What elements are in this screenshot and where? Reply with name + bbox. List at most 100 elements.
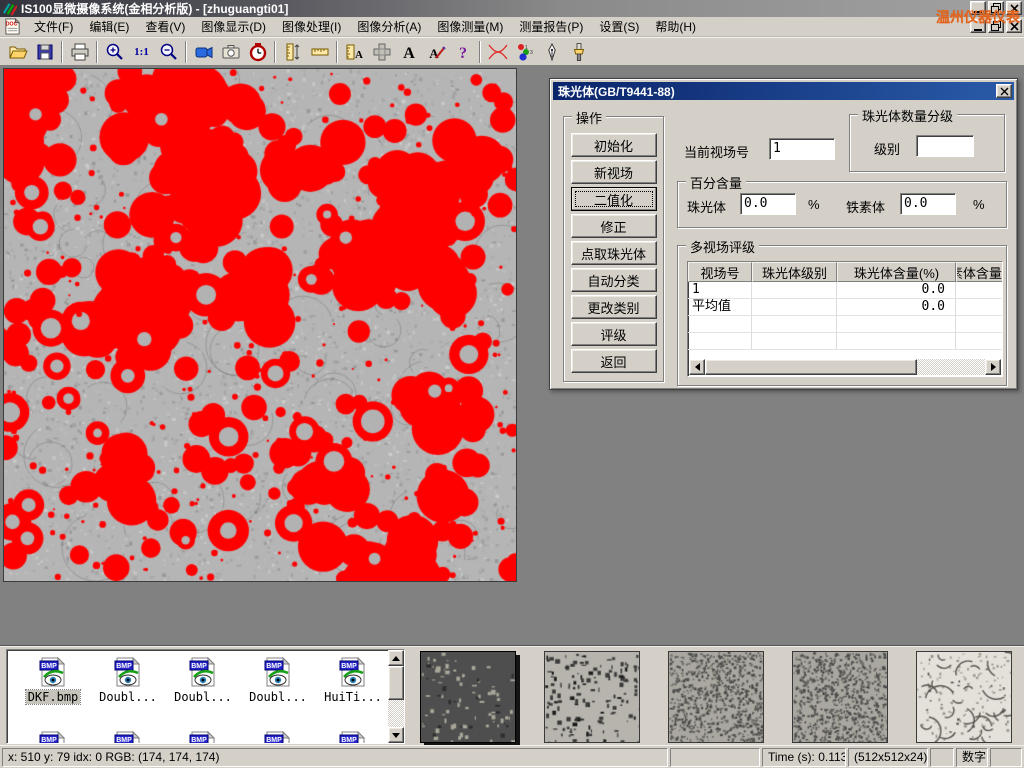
- change-class-button[interactable]: 更改类别: [571, 295, 657, 319]
- grid-tool-button[interactable]: [368, 39, 395, 64]
- menu-item-file[interactable]: 文件(F): [26, 16, 81, 37]
- file-item[interactable]: BMP: [317, 730, 389, 744]
- file-list[interactable]: BMP DKF.bmp BMP Doubl... BMP Doubl... BM…: [6, 649, 405, 744]
- pen-tool-button[interactable]: [538, 39, 565, 64]
- thumbnail-image[interactable]: [668, 651, 764, 743]
- save-button[interactable]: [31, 39, 58, 64]
- file-item[interactable]: BMP: [17, 730, 89, 744]
- menu-item-image-process[interactable]: 图像处理(I): [274, 16, 349, 37]
- file-name[interactable]: Doubl...: [97, 690, 159, 704]
- menu-item-view[interactable]: 查看(V): [137, 16, 193, 37]
- rating-table[interactable]: 视场号 珠光体级别 珠光体含量(%) 铁素体含量(%) 1 0.0 平均值 0.…: [687, 261, 1003, 377]
- open-button[interactable]: [4, 39, 31, 64]
- bmp-file-icon: BMP: [263, 730, 293, 744]
- print-button[interactable]: [66, 39, 93, 64]
- pearlite-value-input[interactable]: 0.0: [740, 193, 796, 215]
- file-list-scrollbar[interactable]: [388, 650, 404, 743]
- ferrite-value-input[interactable]: 0.0: [900, 193, 956, 215]
- menu-item-edit[interactable]: 编辑(E): [81, 16, 137, 37]
- snapshot-button[interactable]: [217, 39, 244, 64]
- thumbnail-image[interactable]: [916, 651, 1012, 743]
- timer-button[interactable]: [244, 39, 271, 64]
- colored-particles-icon: 1 3: [515, 42, 535, 62]
- toolbar-separator: [479, 41, 481, 63]
- zoom-in-button[interactable]: [101, 39, 128, 64]
- svg-text:BMP: BMP: [266, 737, 282, 744]
- text-tool-button[interactable]: A: [395, 39, 422, 64]
- brush-icon: [569, 42, 589, 62]
- menu-item-image-analysis[interactable]: 图像分析(A): [349, 16, 429, 37]
- dialog-close-button[interactable]: [996, 84, 1012, 98]
- text-edit-icon: A: [426, 42, 446, 62]
- correct-button[interactable]: 修正: [571, 214, 657, 238]
- menu-item-report[interactable]: 测量报告(P): [511, 16, 591, 37]
- thumbnail-image[interactable]: [420, 651, 516, 743]
- bmp-file-icon: BMP: [338, 730, 368, 744]
- file-name[interactable]: Doubl...: [172, 690, 234, 704]
- file-item[interactable]: BMP Doubl...: [242, 656, 314, 704]
- brush-tool-button[interactable]: [565, 39, 592, 64]
- file-item[interactable]: BMP Doubl...: [167, 656, 239, 704]
- table-horizontal-scrollbar[interactable]: [689, 359, 1001, 375]
- arrow-right-icon: [991, 363, 996, 371]
- menu-item-settings[interactable]: 设置(S): [591, 16, 647, 37]
- pick-pearlite-button[interactable]: 点取珠光体: [571, 241, 657, 265]
- scroll-down-button[interactable]: [388, 727, 404, 743]
- file-item[interactable]: BMP: [92, 730, 164, 744]
- measure-label-button[interactable]: A: [341, 39, 368, 64]
- zoom-out-button[interactable]: [155, 39, 182, 64]
- file-item[interactable]: BMP DKF.bmp: [17, 656, 89, 704]
- file-item[interactable]: BMP HuiTi...: [317, 656, 389, 704]
- new-field-button[interactable]: 新视场: [571, 160, 657, 184]
- scrollbar-thumb[interactable]: [705, 359, 917, 375]
- auto-classify-button[interactable]: 自动分类: [571, 268, 657, 292]
- file-name[interactable]: DKF.bmp: [26, 690, 81, 704]
- video-capture-button[interactable]: [190, 39, 217, 64]
- thumbnail-image[interactable]: [544, 651, 640, 743]
- current-field-input[interactable]: 1: [769, 138, 835, 160]
- svg-text:A: A: [403, 45, 415, 62]
- file-name[interactable]: HuiTi...: [322, 690, 384, 704]
- file-item[interactable]: BMP: [242, 730, 314, 744]
- table-row[interactable]: [688, 316, 1002, 333]
- scrollbar-thumb[interactable]: [388, 666, 404, 700]
- grade-button[interactable]: 评级: [571, 322, 657, 346]
- scrollbar-track[interactable]: [917, 359, 985, 375]
- menu-item-image-measure[interactable]: 图像测量(M): [429, 16, 511, 37]
- file-name[interactable]: Doubl...: [247, 690, 309, 704]
- particle-label-button[interactable]: 1 3: [511, 39, 538, 64]
- toolbar-separator: [61, 41, 63, 63]
- curve-tool-button[interactable]: [484, 39, 511, 64]
- ruler-button[interactable]: [306, 39, 333, 64]
- actual-size-button[interactable]: 1:1: [128, 39, 155, 64]
- init-button[interactable]: 初始化: [571, 133, 657, 157]
- level-input[interactable]: [916, 135, 974, 157]
- vendor-watermark: 温州仪器仪表: [936, 7, 1020, 27]
- application-window: { "window": { "title": "IS100显微摄像系统(金相分析…: [0, 0, 1024, 768]
- menu-item-help[interactable]: 帮助(H): [647, 16, 704, 37]
- caliper-measure-button[interactable]: [279, 39, 306, 64]
- scrollbar-track[interactable]: [388, 700, 404, 727]
- scroll-left-button[interactable]: [689, 359, 705, 375]
- document-icon: DOC: [4, 18, 21, 35]
- dialog-title-bar[interactable]: 珠光体(GB/T9441-88): [553, 82, 1014, 100]
- file-item[interactable]: BMP Doubl...: [92, 656, 164, 704]
- col-field-no[interactable]: 视场号: [688, 262, 752, 282]
- arrow-left-icon: [695, 363, 700, 371]
- scroll-right-button[interactable]: [985, 359, 1001, 375]
- col-ferrite-content[interactable]: 铁素体含量(%): [956, 262, 1002, 282]
- table-row[interactable]: [688, 333, 1002, 350]
- menu-item-image-display[interactable]: 图像显示(D): [193, 16, 274, 37]
- table-row[interactable]: 平均值 0.0: [688, 299, 1002, 316]
- return-button[interactable]: 返回: [571, 349, 657, 373]
- help-button[interactable]: ?: [449, 39, 476, 64]
- table-row[interactable]: 1 0.0: [688, 282, 1002, 299]
- scroll-up-button[interactable]: [388, 650, 404, 666]
- col-pearlite-grade[interactable]: 珠光体级别: [752, 262, 837, 282]
- col-pearlite-content[interactable]: 珠光体含量(%): [837, 262, 956, 282]
- metallograph-image[interactable]: [3, 68, 517, 582]
- binarize-button[interactable]: 二值化: [571, 187, 657, 211]
- thumbnail-image[interactable]: [792, 651, 888, 743]
- annotate-button[interactable]: A: [422, 39, 449, 64]
- file-item[interactable]: BMP: [167, 730, 239, 744]
